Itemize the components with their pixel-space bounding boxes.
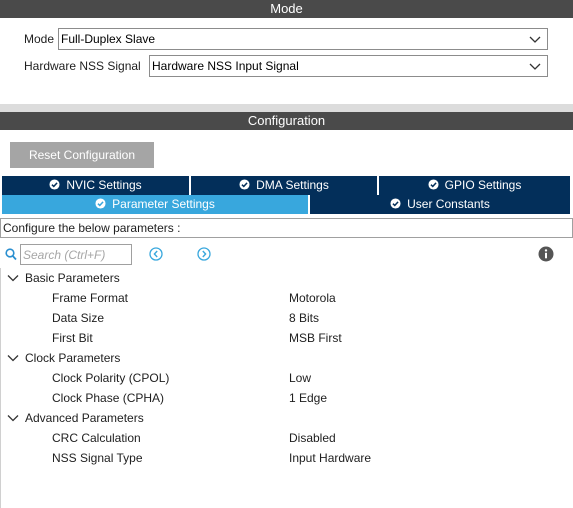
- param-row[interactable]: First Bit MSB First: [1, 328, 573, 348]
- tab-dma-settings[interactable]: DMA Settings: [191, 176, 377, 195]
- tab-label: User Constants: [407, 197, 490, 211]
- chevron-down-icon: [7, 275, 19, 282]
- param-name: Data Size: [52, 311, 105, 325]
- mode-label: Mode: [24, 32, 55, 46]
- check-circle-icon: [95, 198, 106, 209]
- param-row[interactable]: NSS Signal Type Input Hardware: [1, 448, 573, 468]
- chevron-right-circle-icon[interactable]: [197, 247, 211, 261]
- hardware-nss-signal-label: Hardware NSS Signal: [24, 59, 141, 73]
- chevron-down-icon: [7, 355, 19, 362]
- tab-nvic-settings[interactable]: NVIC Settings: [2, 176, 189, 195]
- param-value: 1 Edge: [289, 391, 328, 405]
- mode-select-value: Full-Duplex Slave: [61, 32, 156, 46]
- param-row[interactable]: Data Size 8 Bits: [1, 308, 573, 328]
- check-circle-icon: [428, 179, 439, 190]
- search-input[interactable]: [20, 244, 132, 265]
- group-label: Clock Parameters: [25, 351, 121, 365]
- tab-label: DMA Settings: [256, 178, 329, 192]
- check-circle-icon: [390, 198, 401, 209]
- param-value: Input Hardware: [289, 451, 372, 465]
- param-name: First Bit: [52, 331, 93, 345]
- tab-user-constants[interactable]: User Constants: [310, 195, 570, 214]
- group-clock-parameters[interactable]: Clock Parameters: [1, 348, 573, 368]
- tab-label: NVIC Settings: [66, 178, 142, 192]
- param-name: NSS Signal Type: [52, 451, 143, 465]
- section-divider: [0, 104, 573, 112]
- group-label: Basic Parameters: [25, 271, 120, 285]
- configuration-section-header: Configuration: [0, 112, 573, 130]
- hardware-nss-signal-value: Hardware NSS Input Signal: [152, 59, 299, 73]
- reset-configuration-button[interactable]: Reset Configuration: [10, 142, 154, 168]
- param-name: CRC Calculation: [52, 431, 141, 445]
- group-advanced-parameters[interactable]: Advanced Parameters: [1, 408, 573, 428]
- hardware-nss-signal-select[interactable]: Hardware NSS Input Signal: [149, 55, 548, 77]
- chevron-down-icon: [529, 63, 541, 70]
- parameter-tree: Basic Parameters Frame Format Motorola D…: [0, 268, 573, 508]
- configure-description: Configure the below parameters :: [0, 218, 573, 238]
- search-icon: [5, 248, 17, 261]
- param-row[interactable]: Frame Format Motorola: [1, 288, 573, 308]
- chevron-down-icon: [7, 415, 19, 422]
- param-name: Frame Format: [52, 291, 129, 305]
- check-circle-icon: [49, 179, 60, 190]
- param-row[interactable]: Clock Polarity (CPOL) Low: [1, 368, 573, 388]
- mode-panel: Mode Full-Duplex Slave Hardware NSS Sign…: [0, 18, 573, 104]
- group-basic-parameters[interactable]: Basic Parameters: [1, 268, 573, 288]
- tab-label: Parameter Settings: [112, 197, 215, 211]
- param-name: Clock Polarity (CPOL): [52, 371, 170, 385]
- param-row[interactable]: Clock Phase (CPHA) 1 Edge: [1, 388, 573, 408]
- param-value: Disabled: [289, 431, 336, 445]
- param-value: MSB First: [289, 331, 342, 345]
- info-icon[interactable]: [538, 246, 554, 262]
- tab-parameter-settings[interactable]: Parameter Settings: [2, 195, 308, 214]
- param-name: Clock Phase (CPHA): [52, 391, 165, 405]
- chevron-left-circle-icon[interactable]: [149, 247, 163, 261]
- mode-section-header: Mode: [0, 0, 573, 18]
- chevron-down-icon: [529, 36, 541, 43]
- tab-gpio-settings[interactable]: GPIO Settings: [379, 176, 570, 195]
- param-value: Low: [289, 371, 312, 385]
- check-circle-icon: [239, 179, 250, 190]
- param-value: Motorola: [289, 291, 336, 305]
- tab-label: GPIO Settings: [444, 178, 522, 192]
- mode-select[interactable]: Full-Duplex Slave: [58, 28, 548, 50]
- param-value: 8 Bits: [289, 311, 320, 325]
- group-label: Advanced Parameters: [25, 411, 144, 425]
- param-row[interactable]: CRC Calculation Disabled: [1, 428, 573, 448]
